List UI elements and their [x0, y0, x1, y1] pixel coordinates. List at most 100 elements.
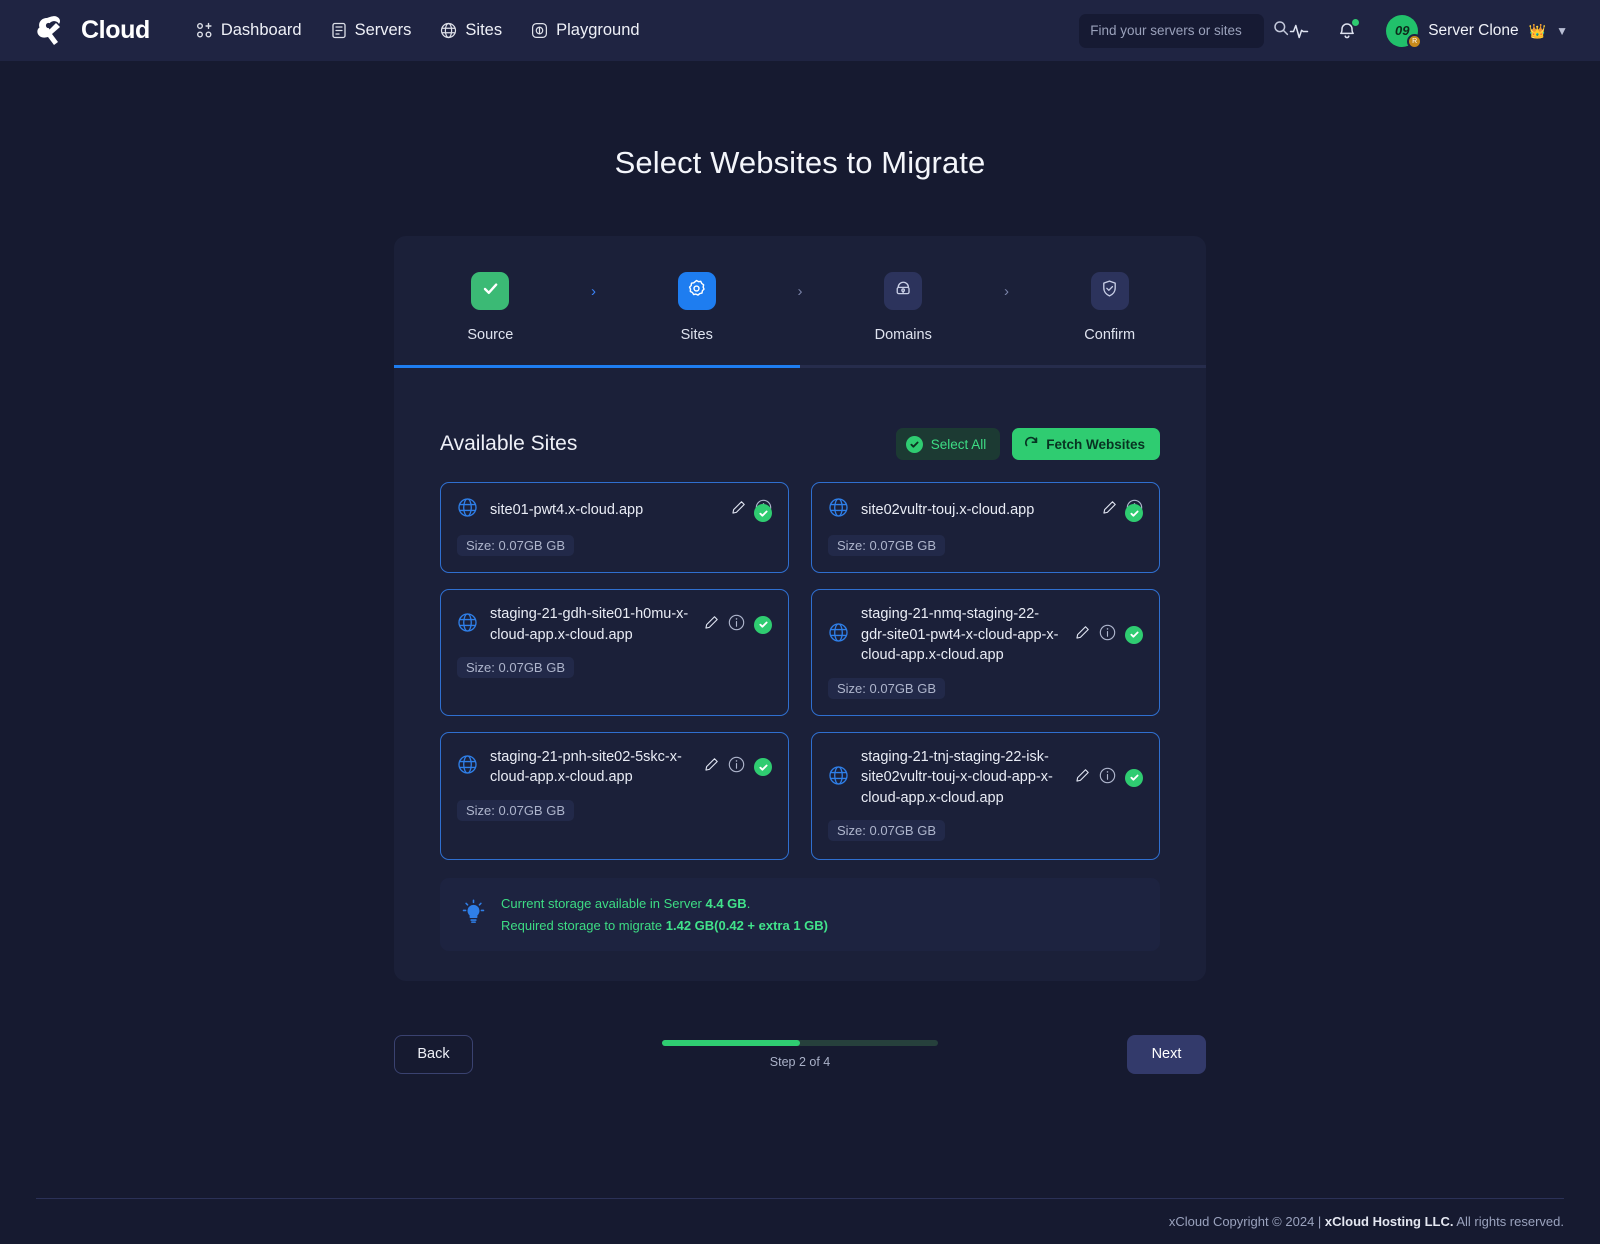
edit-pencil-icon[interactable]: [704, 757, 719, 777]
site-card-name: staging-21-nmq-staging-22-gdr-site01-pwt…: [861, 604, 1063, 666]
nav-item-dashboard[interactable]: Dashboard: [196, 21, 302, 40]
info-icon[interactable]: [1099, 624, 1116, 646]
progress-track: [662, 1040, 938, 1046]
chevron-down-icon[interactable]: ▼: [1556, 24, 1568, 38]
stepper-progress-track: [394, 365, 1206, 368]
back-button[interactable]: Back: [394, 1035, 473, 1074]
site-card[interactable]: staging-21-gdh-site01-h0mu-x-cloud-app.x…: [440, 589, 789, 716]
edit-pencil-icon[interactable]: [731, 500, 746, 520]
next-button[interactable]: Next: [1127, 1035, 1206, 1074]
domain-icon: [894, 279, 913, 303]
storage-required-line: Required storage to migrate 1.42 GB(0.42…: [501, 918, 828, 933]
step-label-source: Source: [467, 327, 513, 343]
site-card-icons: [704, 756, 772, 778]
profile-menu[interactable]: 09 R Server Clone 👑 ▼: [1382, 11, 1578, 51]
step-source[interactable]: Source: [434, 272, 547, 343]
site-card[interactable]: staging-21-tnj-staging-22-isk-site02vult…: [811, 732, 1160, 860]
select-all-button[interactable]: Select All: [896, 428, 1001, 460]
step-separator-2: ›: [753, 272, 847, 300]
globe-icon: [457, 612, 478, 638]
search-box[interactable]: [1079, 14, 1264, 48]
site-card-name: staging-21-tnj-staging-22-isk-site02vult…: [861, 747, 1063, 809]
edit-pencil-icon[interactable]: [1102, 500, 1117, 520]
xcloud-logo-icon: [36, 14, 74, 48]
available-sites-section: Available Sites Select All Fetch: [394, 368, 1206, 951]
refresh-icon: [1024, 436, 1038, 453]
gear-icon: [687, 279, 706, 303]
site-card[interactable]: site01-pwt4.x-cloud.app Size: 0.07GB GB: [440, 482, 789, 573]
wizard-stepper: Source › Sites ›: [394, 236, 1206, 343]
step-sites[interactable]: Sites: [640, 272, 753, 343]
site-cards-grid: site01-pwt4.x-cloud.app Size: 0.07GB GB: [440, 482, 1160, 860]
site-size-pill: Size: 0.07GB GB: [828, 678, 945, 699]
site-selected-badge[interactable]: [1125, 626, 1143, 644]
top-navigation-bar: Cloud Dashboard Servers: [0, 0, 1600, 61]
site-card-name: staging-21-pnh-site02-5skc-x-cloud-app.x…: [490, 747, 692, 788]
site-card-icons: [704, 614, 772, 636]
step-domains[interactable]: Domains: [847, 272, 960, 343]
brand-logo[interactable]: Cloud: [36, 14, 150, 48]
step-confirm[interactable]: Confirm: [1053, 272, 1166, 343]
site-size-pill: Size: 0.07GB GB: [828, 820, 945, 841]
wizard-progress: Step 2 of 4: [473, 1040, 1127, 1069]
step-sites-box: [678, 272, 716, 310]
notification-dot: [1352, 19, 1359, 26]
available-sites-actions: Select All Fetch Websites: [896, 428, 1160, 460]
site-size-pill: Size: 0.07GB GB: [457, 657, 574, 678]
info-icon[interactable]: [728, 756, 745, 778]
crown-icon: 👑: [1529, 24, 1546, 38]
edit-pencil-icon[interactable]: [1075, 625, 1090, 645]
select-all-label: Select All: [931, 437, 987, 452]
migration-panel: Source › Sites ›: [394, 236, 1206, 981]
site-card-name: site01-pwt4.x-cloud.app: [490, 500, 719, 521]
step-separator-3: ›: [960, 272, 1054, 300]
site-card-row: site01-pwt4.x-cloud.app: [457, 497, 772, 523]
profile-name: Server Clone: [1428, 22, 1518, 40]
site-card-row: staging-21-gdh-site01-h0mu-x-cloud-app.x…: [457, 604, 772, 645]
avatar: 09 R: [1386, 15, 1418, 47]
site-card[interactable]: staging-21-nmq-staging-22-gdr-site01-pwt…: [811, 589, 1160, 716]
info-icon[interactable]: [1099, 767, 1116, 789]
edit-pencil-icon[interactable]: [704, 615, 719, 635]
site-selected-badge[interactable]: [1125, 504, 1143, 522]
site-card-row: site02vultr-touj.x-cloud.app: [828, 497, 1143, 523]
site-selected-badge[interactable]: [754, 616, 772, 634]
fetch-websites-button[interactable]: Fetch Websites: [1012, 428, 1160, 460]
step-label-sites: Sites: [681, 327, 713, 343]
globe-icon: [457, 754, 478, 780]
nav-label-servers: Servers: [355, 21, 412, 40]
edit-pencil-icon[interactable]: [1075, 768, 1090, 788]
site-size-pill: Size: 0.07GB GB: [457, 800, 574, 821]
site-selected-badge[interactable]: [1125, 769, 1143, 787]
site-card[interactable]: staging-21-pnh-site02-5skc-x-cloud-app.x…: [440, 732, 789, 860]
activity-monitor-icon[interactable]: [1286, 18, 1312, 44]
storage-lines: Current storage available in Server 4.4 …: [501, 896, 828, 933]
available-sites-title: Available Sites: [440, 432, 577, 456]
site-selected-badge[interactable]: [754, 504, 772, 522]
topbar-right-cluster: 09 R Server Clone 👑 ▼: [1079, 11, 1578, 51]
site-size-pill: Size: 0.07GB GB: [828, 535, 945, 556]
nav-item-playground[interactable]: Playground: [531, 21, 639, 40]
site-size-pill: Size: 0.07GB GB: [457, 535, 574, 556]
notifications-bell-icon[interactable]: [1334, 18, 1360, 44]
check-icon: [481, 279, 500, 303]
step-source-box: [471, 272, 509, 310]
fetch-websites-label: Fetch Websites: [1046, 437, 1145, 452]
site-card[interactable]: site02vultr-touj.x-cloud.app Size: 0.07G…: [811, 482, 1160, 573]
step-separator-1: ›: [547, 272, 641, 300]
site-selected-badge[interactable]: [754, 758, 772, 776]
nav-label-playground: Playground: [556, 21, 639, 40]
page-title: Select Websites to Migrate: [0, 145, 1600, 181]
nav-item-servers[interactable]: Servers: [331, 21, 412, 40]
brand-name: Cloud: [81, 16, 150, 45]
info-icon[interactable]: [728, 614, 745, 636]
check-circle-icon: [906, 436, 923, 453]
site-card-name: staging-21-gdh-site01-h0mu-x-cloud-app.x…: [490, 604, 692, 645]
page-footer: xCloud Copyright © 2024 | xCloud Hosting…: [36, 1198, 1564, 1244]
step-domains-box: [884, 272, 922, 310]
copyright-text: xCloud Copyright © 2024 | xCloud Hosting…: [1169, 1214, 1564, 1229]
nav-item-sites[interactable]: Sites: [440, 21, 502, 40]
site-card-row: staging-21-pnh-site02-5skc-x-cloud-app.x…: [457, 747, 772, 788]
search-input[interactable]: [1090, 23, 1267, 38]
lightbulb-icon: [462, 899, 485, 929]
